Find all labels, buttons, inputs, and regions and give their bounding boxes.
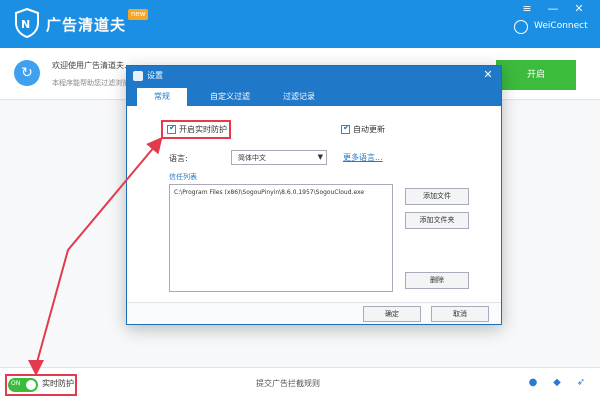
realtime-checkbox[interactable]: ✔: [167, 123, 176, 134]
share-icon[interactable]: ➶: [574, 376, 588, 390]
check-icon: ✔: [343, 123, 350, 132]
statusbar-icons: ● ◆ ➶: [526, 376, 588, 390]
banner-title: 欢迎使用广告清道夫...: [52, 61, 132, 70]
trust-list[interactable]: C:\Program Files (x86)\SogouPinyin\8.6.0…: [169, 184, 393, 292]
delete-button[interactable]: 删除: [405, 272, 469, 289]
submit-rules-link[interactable]: 提交广告拦截规则: [256, 378, 320, 389]
more-languages-link[interactable]: 更多语言...: [343, 152, 383, 163]
add-folder-button[interactable]: 添加文件夹: [405, 212, 469, 229]
bell-icon[interactable]: ●: [526, 376, 540, 390]
language-value: 简体中文: [238, 154, 266, 162]
chat-icon[interactable]: ◆: [550, 376, 564, 390]
check-icon: ✔: [169, 123, 176, 132]
dialog-app-icon: [133, 71, 143, 81]
dialog-titlebar: 设置 ✕: [127, 66, 501, 86]
trust-list-label: 信任列表: [169, 173, 197, 181]
autoupdate-checkbox[interactable]: ✔: [341, 123, 350, 134]
chevron-down-icon: ▼: [317, 153, 323, 161]
open-button[interactable]: 开启: [496, 60, 576, 90]
ok-button[interactable]: 确定: [363, 306, 421, 322]
toggle-label: ON: [11, 380, 21, 387]
menu-icon[interactable]: ≡: [520, 2, 534, 16]
tab-filter-log[interactable]: 过滤记录: [271, 88, 327, 106]
settings-dialog: 设置 ✕ 常规 自定义过滤 过滤记录 ✔ 开启实时防护 ✔ 自动更新 语言: 简…: [126, 65, 502, 325]
status-bar: ON 实时防护 提交广告拦截规则 ● ◆ ➶: [0, 367, 600, 405]
tab-custom-filter[interactable]: 自定义过滤: [197, 88, 263, 106]
refresh-icon: ↻: [14, 60, 40, 86]
language-label: 语言:: [169, 154, 188, 163]
shield-logo-icon: N: [15, 8, 39, 38]
list-item[interactable]: C:\Program Files (x86)\SogouPinyin\8.6.0…: [174, 189, 364, 196]
app-title: 广告清道夫: [46, 16, 127, 34]
minimize-icon[interactable]: —: [546, 2, 560, 16]
toggle-knob: [26, 380, 36, 390]
language-select[interactable]: 简体中文 ▼: [231, 150, 327, 165]
dialog-close-icon[interactable]: ✕: [481, 68, 495, 82]
add-file-button[interactable]: 添加文件: [405, 188, 469, 205]
wechat-icon[interactable]: [514, 20, 528, 34]
close-icon[interactable]: ✕: [572, 2, 586, 16]
realtime-toggle[interactable]: ON: [8, 378, 38, 392]
realtime-checkbox-label: 开启实时防护: [179, 125, 227, 134]
dialog-tabs: 常规 自定义过滤 过滤记录: [127, 86, 501, 106]
app-header: N 广告清道夫 new ≡ — ✕ WeiConnect: [0, 0, 600, 48]
autoupdate-checkbox-label: 自动更新: [353, 125, 385, 134]
new-badge: new: [128, 9, 149, 20]
dialog-body: ✔ 开启实时防护 ✔ 自动更新 语言: 简体中文 ▼ 更多语言... 信任列表 …: [127, 106, 501, 302]
realtime-label: 实时防护: [42, 379, 74, 388]
cancel-button[interactable]: 取消: [431, 306, 489, 322]
wechat-link[interactable]: WeiConnect: [534, 21, 588, 31]
window-controls: ≡ — ✕: [520, 2, 586, 16]
app-window: N 广告清道夫 new ≡ — ✕ WeiConnect ↻ 欢迎使用广告清道夫…: [0, 0, 600, 405]
tab-general[interactable]: 常规: [137, 88, 187, 106]
svg-text:N: N: [21, 18, 30, 31]
dialog-title: 设置: [147, 71, 163, 80]
dialog-footer: 确定 取消: [127, 302, 501, 324]
